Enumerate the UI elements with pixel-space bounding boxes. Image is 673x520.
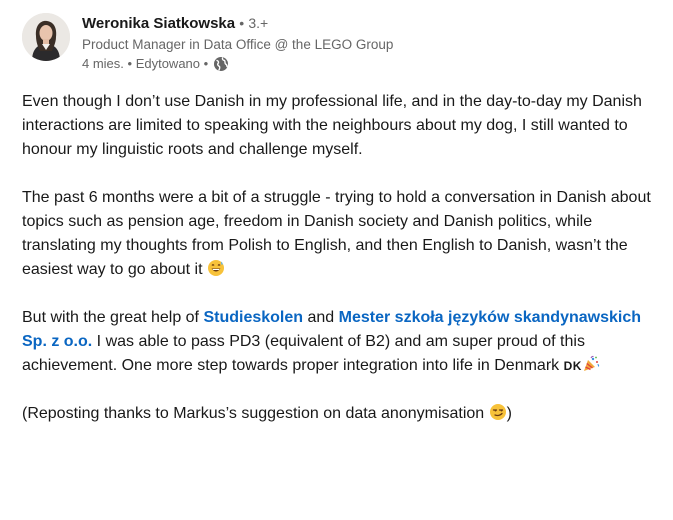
post-paragraph-1: Even though I don’t use Danish in my pro… <box>22 90 652 162</box>
post-time: 4 mies. <box>82 56 124 71</box>
paragraph-4-text: (Reposting thanks to Markus’s suggestion… <box>22 405 485 422</box>
paragraph-1-text: Even though I don’t use Danish in my pro… <box>22 93 642 158</box>
grinning-sweat-emoji <box>207 259 225 277</box>
post-paragraph-2: The past 6 months were a bit of a strugg… <box>22 186 652 282</box>
post-paragraph-3: But with the great help of Studieskolen … <box>22 306 652 378</box>
feed-post: Weronika Siatkowska • 3.+ Product Manage… <box>0 0 673 520</box>
paragraph-2-text: The past 6 months were a bit of a strugg… <box>22 189 651 278</box>
author-meta: Weronika Siatkowska • 3.+ Product Manage… <box>82 12 642 73</box>
connection-degree: 3.+ <box>248 15 269 31</box>
timestamp-separator: • <box>123 56 136 71</box>
name-line: Weronika Siatkowska • 3.+ <box>82 12 642 35</box>
avatar[interactable] <box>22 13 70 61</box>
timestamp-separator-2: • <box>200 56 209 71</box>
dk-flag-emoji: DK <box>563 359 582 373</box>
author-headline: Product Manager in Data Office @ the LEG… <box>82 37 394 52</box>
paragraph-3-and: and <box>307 309 335 326</box>
avatar-photo <box>22 13 70 61</box>
globe-icon <box>213 56 229 72</box>
paragraph-3-prefix: But with the great help of <box>22 309 199 326</box>
paragraph-4-suffix: ) <box>506 405 512 422</box>
post-header: Weronika Siatkowska • 3.+ Product Manage… <box>22 12 642 78</box>
paragraph-3-rest: I was able to pass PD3 (equivalent of B2… <box>22 333 585 374</box>
post-timestamp-line: 4 mies. • Edytowano • <box>82 55 642 73</box>
party-popper-emoji <box>582 355 600 373</box>
author-name[interactable]: Weronika Siatkowska <box>82 15 235 32</box>
edited-label: Edytowano <box>135 56 201 71</box>
name-separator: • <box>239 15 245 31</box>
mention-studieskolen[interactable]: Studieskolen <box>203 309 303 326</box>
post-body: Even though I don’t use Danish in my pro… <box>22 90 652 450</box>
post-paragraph-4: (Reposting thanks to Markus’s suggestion… <box>22 402 652 426</box>
smirk-emoji <box>489 403 507 421</box>
